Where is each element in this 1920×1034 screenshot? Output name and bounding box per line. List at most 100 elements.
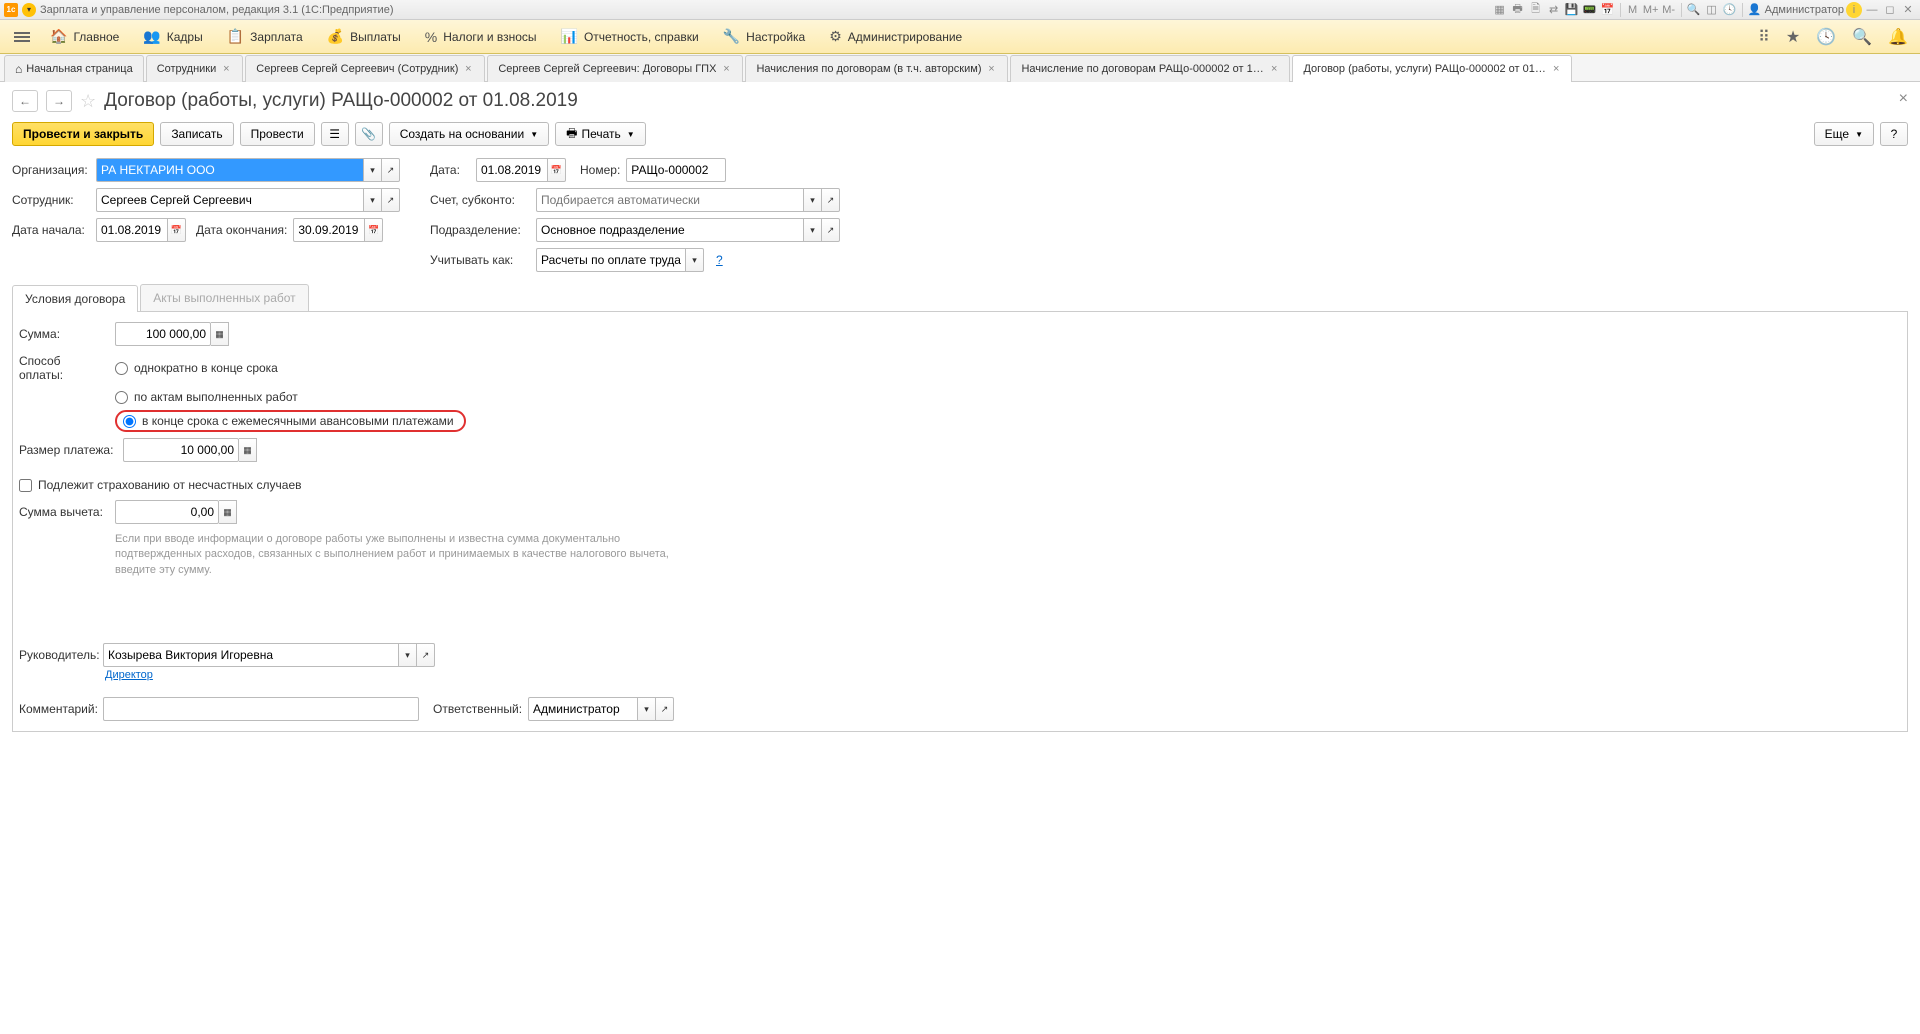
maximize-icon[interactable]: ◻ bbox=[1882, 2, 1898, 18]
dropdown-icon[interactable]: ▾ bbox=[638, 697, 656, 721]
account-as-input[interactable] bbox=[536, 248, 686, 272]
responsible-input[interactable] bbox=[528, 697, 638, 721]
dropdown-icon[interactable]: ▾ bbox=[364, 188, 382, 212]
toolbar-icon-1[interactable]: ▦ bbox=[1492, 2, 1508, 18]
post-button[interactable]: Провести bbox=[240, 122, 315, 146]
m-minus-icon[interactable]: M- bbox=[1661, 2, 1677, 18]
end-date-input[interactable] bbox=[293, 218, 365, 242]
burger-menu[interactable] bbox=[8, 32, 36, 42]
menu-admin[interactable]: ⚙Администрирование bbox=[819, 24, 972, 49]
close-icon[interactable]: × bbox=[720, 63, 732, 75]
favorite-star-icon[interactable]: ☆ bbox=[80, 91, 96, 112]
open-icon[interactable]: ↗ bbox=[656, 697, 674, 721]
calc-icon[interactable]: ▦ bbox=[239, 438, 257, 462]
m-plus-icon[interactable]: M+ bbox=[1643, 2, 1659, 18]
subtab-terms[interactable]: Условия договора bbox=[12, 285, 138, 312]
open-icon[interactable]: ↗ bbox=[417, 643, 435, 667]
insurance-checkbox[interactable] bbox=[19, 479, 32, 492]
save-icon[interactable]: 💾 bbox=[1564, 2, 1580, 18]
menu-settings[interactable]: 🔧Настройка bbox=[713, 24, 816, 49]
dropdown-icon[interactable]: ▾ bbox=[686, 248, 704, 272]
compare-icon[interactable]: ⇄ bbox=[1546, 2, 1562, 18]
more-button[interactable]: Еще▼ bbox=[1814, 122, 1874, 146]
menu-payments[interactable]: 💰Выплаты bbox=[317, 24, 411, 49]
calendar-icon[interactable]: 📅 bbox=[365, 218, 383, 242]
save-button[interactable]: Записать bbox=[160, 122, 233, 146]
tab-home[interactable]: ⌂Начальная страница bbox=[4, 55, 144, 82]
print-icon[interactable]: 🖶 bbox=[1510, 2, 1526, 18]
dropdown-icon[interactable]: ▾ bbox=[364, 158, 382, 182]
dept-input[interactable] bbox=[536, 218, 804, 242]
doc-icon[interactable]: 🗎 bbox=[1528, 2, 1544, 18]
menu-reports[interactable]: 📊Отчетность, справки bbox=[551, 24, 709, 49]
close-icon[interactable]: × bbox=[220, 63, 232, 75]
dropdown-icon[interactable]: ▾ bbox=[804, 188, 822, 212]
tab-contracts[interactable]: Сергеев Сергей Сергеевич: Договоры ГПХ× bbox=[487, 55, 743, 82]
open-icon[interactable]: ↗ bbox=[822, 188, 840, 212]
nav-forward-button[interactable]: → bbox=[46, 90, 72, 112]
structure-button[interactable]: ☰ bbox=[321, 122, 349, 146]
calendar-icon[interactable]: 📅 bbox=[548, 158, 566, 182]
m-icon[interactable]: M bbox=[1625, 2, 1641, 18]
calc-icon[interactable]: ▦ bbox=[219, 500, 237, 524]
info-icon[interactable]: i bbox=[1846, 2, 1862, 18]
minimize-icon[interactable]: — bbox=[1864, 2, 1880, 18]
number-input[interactable] bbox=[626, 158, 726, 182]
close-icon[interactable]: × bbox=[1269, 63, 1279, 75]
favorite-icon[interactable]: ★ bbox=[1782, 23, 1804, 51]
radio-monthly[interactable] bbox=[123, 415, 136, 428]
open-icon[interactable]: ↗ bbox=[382, 158, 400, 182]
zoom-icon[interactable]: 🔍 bbox=[1686, 2, 1702, 18]
open-icon[interactable]: ↗ bbox=[822, 218, 840, 242]
start-date-input[interactable] bbox=[96, 218, 168, 242]
date-input[interactable] bbox=[476, 158, 548, 182]
attachment-button[interactable]: 📎 bbox=[355, 122, 383, 146]
deduction-input[interactable] bbox=[115, 500, 219, 524]
dropdown-icon[interactable]: ▾ bbox=[399, 643, 417, 667]
comment-input[interactable] bbox=[103, 697, 419, 721]
calendar-icon[interactable]: 📅 bbox=[1600, 2, 1616, 18]
create-based-button[interactable]: Создать на основании▼ bbox=[389, 122, 549, 146]
tab-accrual-doc[interactable]: Начисление по договорам РАЩо-000002 от 1… bbox=[1010, 55, 1290, 82]
history-icon[interactable]: 🕓 bbox=[1812, 23, 1840, 51]
post-and-close-button[interactable]: Провести и закрыть bbox=[12, 122, 154, 146]
org-input[interactable] bbox=[96, 158, 364, 182]
tab-contract-doc[interactable]: Договор (работы, услуги) РАЩо-000002 от … bbox=[1292, 55, 1572, 82]
employee-input[interactable] bbox=[96, 188, 364, 212]
clock-icon[interactable]: 🕓 bbox=[1722, 2, 1738, 18]
menu-main[interactable]: 🏠Главное bbox=[40, 24, 129, 49]
calendar-icon[interactable]: 📅 bbox=[168, 218, 186, 242]
tab-employee-card[interactable]: Сергеев Сергей Сергеевич (Сотрудник)× bbox=[245, 55, 485, 82]
calc-icon[interactable]: 📟 bbox=[1582, 2, 1598, 18]
close-icon[interactable]: × bbox=[1551, 63, 1562, 75]
app-menu-dropdown[interactable]: ▾ bbox=[22, 3, 36, 17]
sum-input[interactable] bbox=[115, 322, 211, 346]
position-link[interactable]: Директор bbox=[105, 669, 1901, 681]
bell-icon[interactable]: 🔔 bbox=[1884, 23, 1912, 51]
nav-back-button[interactable]: ← bbox=[12, 90, 38, 112]
panel-icon[interactable]: ◫ bbox=[1704, 2, 1720, 18]
help-link[interactable]: ? bbox=[716, 253, 723, 267]
apps-icon[interactable]: ⠿ bbox=[1754, 23, 1774, 51]
close-icon[interactable]: × bbox=[462, 63, 474, 75]
manager-input[interactable] bbox=[103, 643, 399, 667]
open-icon[interactable]: ↗ bbox=[382, 188, 400, 212]
account-input[interactable] bbox=[536, 188, 804, 212]
menu-salary[interactable]: 📋Зарплата bbox=[217, 24, 313, 49]
radio-once[interactable] bbox=[115, 362, 128, 375]
page-close-icon[interactable]: × bbox=[1899, 90, 1908, 108]
close-icon[interactable]: × bbox=[985, 63, 997, 75]
print-button[interactable]: 🖶Печать▼ bbox=[555, 122, 646, 146]
dropdown-icon[interactable]: ▾ bbox=[804, 218, 822, 242]
search-icon[interactable]: 🔍 bbox=[1848, 23, 1876, 51]
menu-taxes[interactable]: %Налоги и взносы bbox=[415, 25, 547, 49]
tab-employees[interactable]: Сотрудники× bbox=[146, 55, 244, 82]
help-button[interactable]: ? bbox=[1880, 122, 1908, 146]
tab-accruals[interactable]: Начисления по договорам (в т.ч. авторски… bbox=[745, 55, 1008, 82]
subtab-acts[interactable]: Акты выполненных работ bbox=[140, 284, 308, 311]
close-window-icon[interactable]: ✕ bbox=[1900, 2, 1916, 18]
payment-size-input[interactable] bbox=[123, 438, 239, 462]
radio-acts[interactable] bbox=[115, 391, 128, 404]
menu-personnel[interactable]: 👥Кадры bbox=[133, 24, 212, 49]
calc-icon[interactable]: ▦ bbox=[211, 322, 229, 346]
